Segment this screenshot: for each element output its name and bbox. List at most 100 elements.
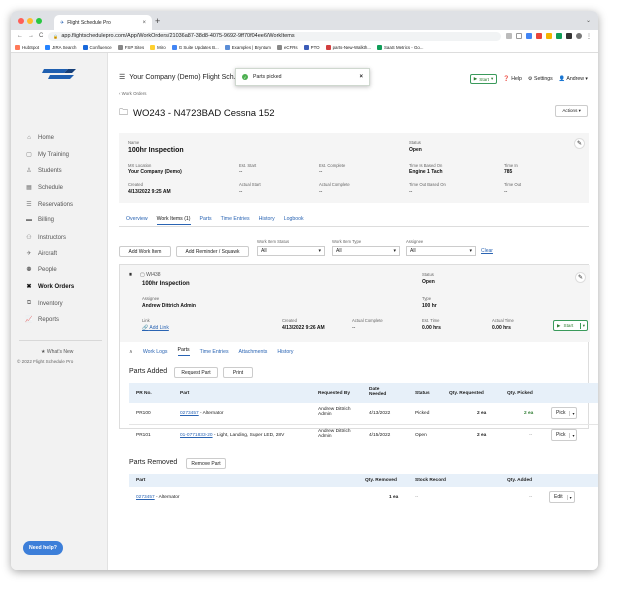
sidebar-item-inventory[interactable]: ⧉ Inventory (25, 300, 105, 307)
browser-tab[interactable]: ✈ Flight Schedule Pro × (54, 15, 152, 30)
pick-button[interactable]: Pick ▾ (551, 407, 578, 419)
back-arrow-icon[interactable]: ← (17, 33, 23, 39)
extension-4-icon[interactable] (556, 33, 562, 39)
print-button[interactable]: Print (223, 367, 253, 378)
actions-dropdown[interactable]: Actions ▾ (555, 105, 588, 117)
sidebar-item-billing[interactable]: ▬ Billing (25, 217, 105, 223)
sidebar-item-work-orders[interactable]: ✖ Work Orders (25, 283, 105, 291)
tab-work-items[interactable]: Work Items (1) (156, 216, 191, 225)
bookmark-item[interactable]: G Suite Updates B... (171, 44, 219, 50)
company-switcher[interactable]: ☰ Your Company (Demo) Flight Sch... (119, 73, 240, 82)
tab-overview[interactable]: Overview (126, 216, 148, 225)
request-part-button[interactable]: Request Part (174, 367, 218, 378)
forward-arrow-icon[interactable]: → (28, 33, 34, 39)
whats-new-link[interactable]: ★ What's New (41, 349, 73, 355)
chevron-down-icon[interactable]: ▾ (566, 494, 574, 500)
close-tab-icon[interactable]: × (142, 20, 146, 26)
bookmark-item[interactable]: eCFRs (276, 44, 298, 50)
tab-list-chevron-icon[interactable]: ⌄ (586, 17, 591, 24)
bookmark-item[interactable]: Miro (150, 44, 166, 50)
extension-1-icon[interactable] (526, 33, 532, 39)
bookmark-item[interactable]: SaaS Metrics - Go... (376, 44, 424, 50)
bookmark-item[interactable]: parts-New-Walkth... (325, 44, 371, 50)
chevron-down-icon[interactable]: ▾ (569, 432, 576, 438)
url-field[interactable]: 🔒 app.flightschedulepro.com/App/WorkOrde… (48, 31, 501, 41)
tab-parts[interactable]: Parts (200, 216, 212, 225)
page-title: 🗀 WO243 - N4723BAD Cessna 152 (119, 105, 275, 121)
filter-label: Work Item Status (257, 239, 290, 244)
bookmark-item[interactable]: PTO (303, 44, 320, 50)
add-reminder-button[interactable]: Add Reminder / Squawk (176, 246, 249, 257)
subtab-history[interactable]: History (277, 349, 293, 355)
part-number-link[interactable]: 0273457 (136, 495, 155, 500)
subtab-time-entries[interactable]: Time Entries (200, 349, 229, 355)
start-work-item-button[interactable]: ▶ Start ▾ (553, 320, 588, 331)
lock-icon: 🔒 (53, 33, 59, 39)
chevron-down-icon: ▾ (469, 248, 472, 254)
subtab-attachments[interactable]: Attachments (239, 349, 268, 355)
help-link[interactable]: ❓ Help (503, 76, 522, 82)
assignee-filter-select[interactable]: All ▾ (406, 246, 476, 256)
pick-button[interactable]: Pick ▾ (551, 429, 578, 441)
subtab-work-logs[interactable]: Work Logs (143, 349, 168, 355)
sidebar-item-students[interactable]: ♙ Students (25, 167, 105, 175)
edit-pencil-icon[interactable]: ✎ (574, 138, 585, 149)
remove-part-button[interactable]: Remove Part (186, 458, 226, 469)
tab-time-entries[interactable]: Time Entries (221, 216, 250, 225)
menu-icon[interactable]: ☰ (119, 73, 125, 81)
sidebar: ⌂ Home ▢ My Training ♙ Students ▦ Schedule ☰… (11, 53, 108, 570)
status-filter-select[interactable]: All ▾ (257, 246, 325, 256)
edit-button[interactable]: Edit ▾ (549, 491, 575, 503)
share-icon[interactable] (506, 33, 512, 39)
tab-history[interactable]: History (259, 216, 275, 225)
clear-filters-link[interactable]: Clear (481, 248, 493, 254)
bookmark-item[interactable]: FSP Sites (117, 44, 144, 50)
new-tab-icon[interactable]: + (155, 16, 160, 26)
reload-icon[interactable]: C (39, 33, 43, 39)
tab-logbook[interactable]: Logbook (284, 216, 304, 225)
column-header: Date Needed (369, 387, 387, 397)
back-link[interactable]: ‹ Work Orders (119, 91, 146, 96)
close-toast-icon[interactable]: × (359, 74, 363, 80)
edit-pencil-icon[interactable]: ✎ (575, 272, 586, 283)
part-number-link[interactable]: 0273457 (180, 411, 199, 416)
chevron-down-icon: ▾ (393, 248, 396, 254)
maximize-window-icon[interactable] (36, 18, 42, 24)
extension-3-icon[interactable] (546, 33, 552, 39)
extension-2-icon[interactable] (536, 33, 542, 39)
more-vertical-icon[interactable]: ⋮ (586, 33, 592, 40)
minimize-window-icon[interactable] (27, 18, 33, 24)
start-timer-button[interactable]: ▶ Start ▾ (469, 74, 498, 84)
bookmark-item[interactable]: Confluence (82, 44, 112, 50)
play-icon: ▶ (557, 322, 561, 328)
sidebar-item-people[interactable]: ⚉ People (25, 266, 105, 274)
extensions-puzzle-icon[interactable] (566, 33, 572, 39)
sidebar-item-aircraft[interactable]: ✈ Aircraft (25, 250, 105, 258)
type-filter-select[interactable]: All ▾ (332, 246, 400, 256)
drag-handle-icon[interactable]: ⏸ (129, 272, 132, 279)
label: Status (422, 272, 434, 277)
add-link-button[interactable]: 🔗 Add Link (142, 325, 169, 331)
bookmark-item[interactable]: JIRA Search (45, 44, 77, 50)
user-menu[interactable]: 👤 Andrew ▾ (559, 76, 588, 82)
table-row: PR100 0273457 - Alternator Andrew Dittri… (129, 403, 598, 424)
bookmark-item[interactable]: HubSpot (15, 44, 39, 50)
jira-icon (45, 44, 51, 50)
part-number-link[interactable]: 01-0771833-20 (180, 433, 213, 438)
sidebar-item-instructors[interactable]: ⚇ Instructors (25, 234, 105, 242)
sidebar-item-schedule[interactable]: ▦ Schedule (25, 184, 105, 192)
collapse-chevron-icon[interactable]: ∧ (129, 349, 133, 355)
star-icon[interactable] (516, 33, 522, 39)
profile-icon[interactable] (576, 33, 582, 39)
subtab-parts[interactable]: Parts (177, 347, 190, 356)
sidebar-item-my-training[interactable]: ▢ My Training (25, 151, 105, 159)
sidebar-item-reports[interactable]: 📈 Reports (25, 316, 105, 324)
add-work-item-button[interactable]: Add Work Item (119, 246, 171, 257)
settings-link[interactable]: ⚙ Settings (528, 76, 553, 82)
bookmark-item[interactable]: Examples | Bryntum (224, 44, 271, 50)
sidebar-item-home[interactable]: ⌂ Home (25, 135, 105, 141)
chevron-down-icon[interactable]: ▾ (569, 410, 576, 416)
close-window-icon[interactable] (18, 18, 24, 24)
need-help-button[interactable]: Need help? (23, 541, 63, 555)
sidebar-item-reservations[interactable]: ☰ Reservations (25, 201, 105, 209)
